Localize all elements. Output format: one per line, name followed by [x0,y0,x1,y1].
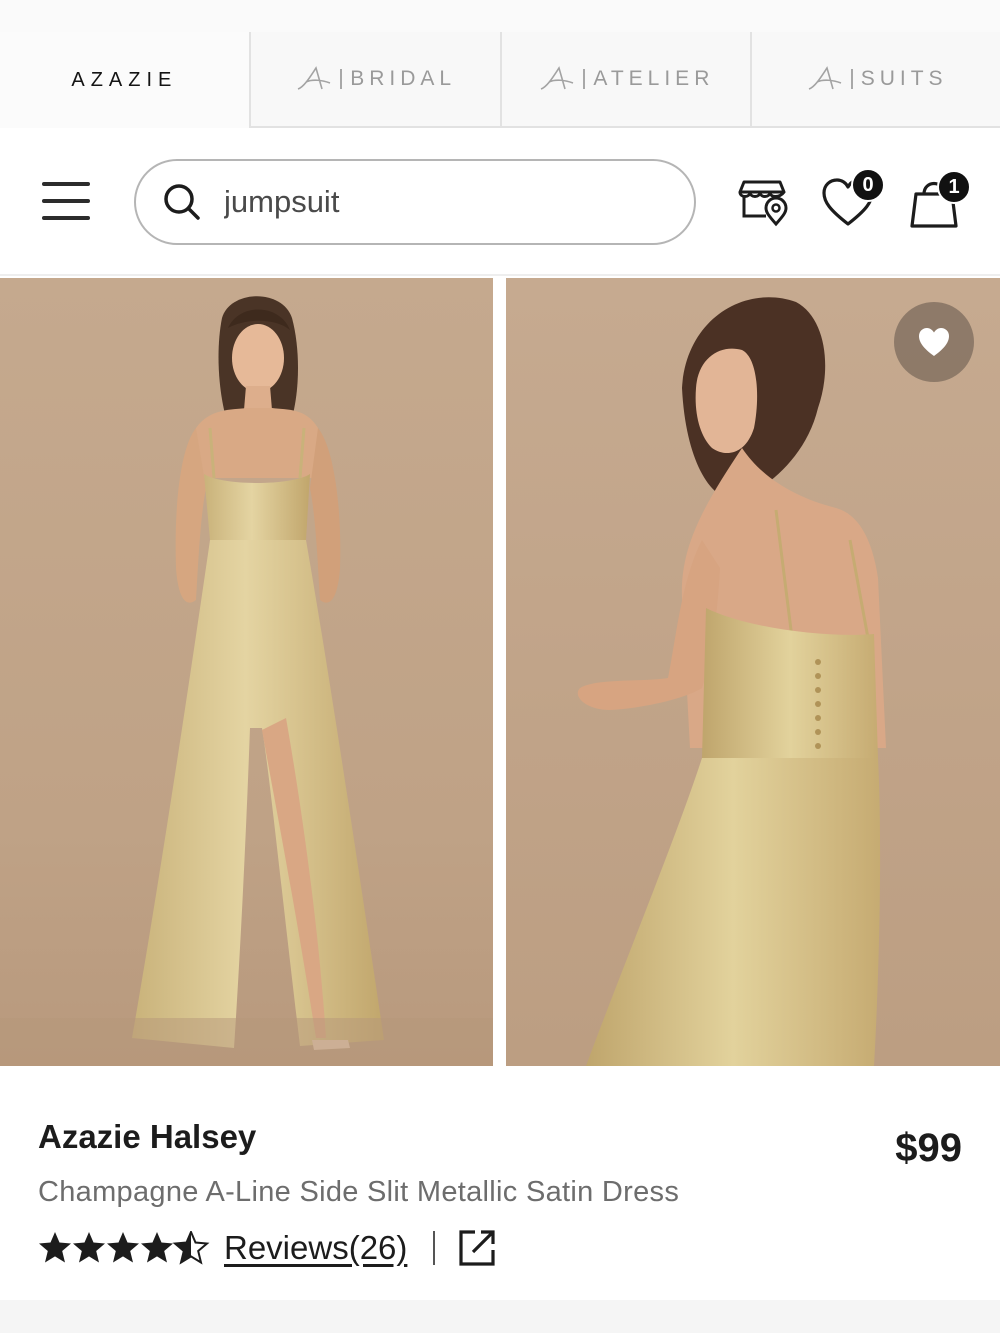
tab-bridal[interactable]: BRIDAL [248,32,500,128]
star-full-icon [107,1232,139,1263]
product-gallery [0,278,1000,1066]
tab-azazie-label: AZAZIE [71,68,178,91]
star-full-icon [73,1232,105,1263]
product-image-back[interactable] [506,278,1000,1066]
star-full-icon [39,1232,71,1263]
star-rating [38,1231,210,1265]
cart-count-badge: 1 [937,170,971,204]
brand-tabs: AZAZIE BRIDAL ATELIER SUITS [0,32,1000,128]
brand-separator [583,69,586,89]
tab-suits[interactable]: SUITS [750,32,1000,128]
wishlist-count-badge: 0 [851,168,885,202]
product-image-front[interactable] [0,278,493,1066]
tab-bridal-label: BRIDAL [350,67,457,90]
search-bar[interactable] [134,159,696,245]
product-description: Champagne A-Line Side Slit Metallic Sati… [38,1176,680,1208]
product-name[interactable]: Azazie Halsey [38,1118,256,1156]
azazie-a-logo-icon [537,65,577,93]
bottom-strip [0,1300,1000,1333]
star-half-icon [174,1231,208,1264]
tab-suits-label: SUITS [860,67,948,90]
top-strip [0,0,1000,32]
product-info: Azazie Halsey $99 Champagne A-Line Side … [0,1066,1000,1300]
wishlist-button[interactable]: 0 [820,168,886,232]
menu-icon[interactable] [40,180,92,222]
brand-separator [850,69,853,89]
divider [433,1231,436,1265]
reviews-link[interactable]: Reviews(26) [224,1229,407,1267]
tab-atelier[interactable]: ATELIER [499,32,751,128]
product-price: $99 [895,1126,962,1170]
search-input[interactable] [224,184,664,220]
search-icon[interactable] [162,182,202,222]
cart-button[interactable]: 1 [906,170,976,232]
azazie-a-logo-icon [294,65,334,93]
tab-atelier-label: ATELIER [593,67,715,90]
tab-azazie[interactable]: AZAZIE [0,32,249,128]
header: 0 1 [0,128,1000,276]
store-locator-icon[interactable] [736,172,792,228]
azazie-a-logo-icon [805,65,845,93]
heart-filled-icon [919,328,949,356]
star-full-icon [141,1232,173,1263]
rating-row: Reviews(26) [38,1226,497,1270]
share-icon[interactable] [457,1228,497,1268]
brand-separator [340,69,343,89]
add-to-wishlist-button[interactable] [894,302,974,382]
